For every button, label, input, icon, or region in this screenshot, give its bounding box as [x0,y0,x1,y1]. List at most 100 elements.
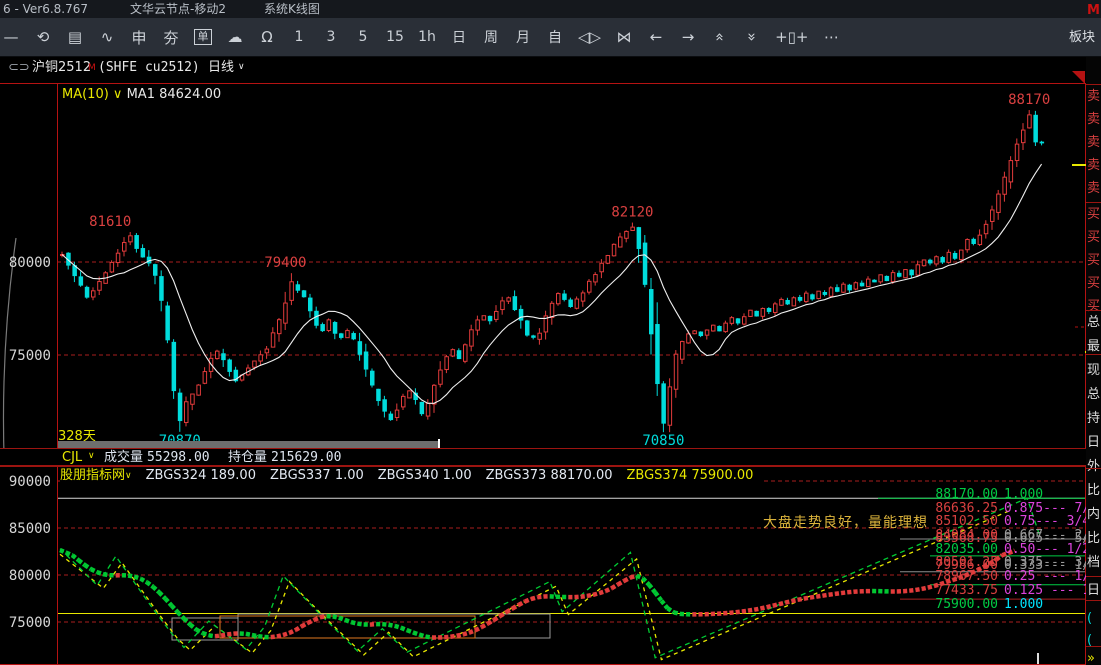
sliver-separator-5 [1086,576,1101,577]
merge-view-icon[interactable]: ⋈ [615,28,633,46]
sliver-separator-2 [1086,310,1101,311]
svg-text:80000: 80000 [9,255,51,271]
svg-text:75000: 75000 [9,348,51,364]
sliver-row-24: » [1087,652,1095,665]
volume-label: 成交量 [104,449,143,466]
sliver-row-9: 买 [1087,300,1100,313]
double-chevron-down-icon[interactable]: » [743,28,761,46]
sliver-row-20: 档 [1087,556,1100,569]
sliver-row-4: 卖 [1087,182,1100,195]
period-button-日[interactable]: 日 [450,27,468,47]
ladder-fraction-0: 1.000 [1004,488,1043,501]
alert-bell-icon[interactable]: Ω [258,28,276,46]
arrow-right-icon[interactable]: → [679,28,697,46]
link-contract-icon[interactable]: ⊂⊃ [8,57,30,79]
sliver-row-22: ( [1087,612,1092,625]
sliver-separator-6 [1086,600,1101,601]
chevron-down-icon[interactable]: ∨ [125,471,132,481]
chevron-down-icon[interactable]: ∨ [238,56,245,78]
cloud-node-label[interactable]: 文华云节点-移动2 [130,0,226,18]
line-chart-icon[interactable]: ∿ [98,28,116,46]
open-interest-value: 215629.00 [271,449,341,466]
sliver-row-0: 卖 [1087,90,1100,103]
period-button-1[interactable]: 1 [290,29,308,45]
corner-main-flag: M [1087,3,1100,18]
ladder-fraction-8: 1.000 [1004,598,1043,611]
main-candlestick-chart[interactable]: 8000075000816107087079400821207085088170… [0,83,1101,448]
minus-icon[interactable]: — [2,28,20,46]
indicator-param-ZBGS324: ZBGS324 189.00 [146,468,256,483]
period-button-5[interactable]: 5 [354,29,372,45]
svg-text:88170: 88170 [1008,92,1050,108]
svg-text:80000: 80000 [9,568,51,584]
sliver-row-16: 外 [1087,460,1100,473]
period-button-自[interactable]: 自 [546,27,564,47]
app-version: 6 - Ver6.8.767 [3,0,88,18]
sliver-row-11: 最 [1087,340,1100,353]
ladder-fraction-6: 0.25 --- 1/4 [1004,570,1098,583]
sliver-row-8: 买 [1087,277,1100,290]
refresh-icon[interactable]: ⟲ [34,28,52,46]
double-chevron-up-icon[interactable]: « [711,28,729,46]
draw-tool-icon[interactable]: 夯 [162,27,180,48]
main-contract-flag: M [88,57,96,79]
symbol-name[interactable]: 沪铜2512 [32,57,91,79]
ladder-fraction-2: 0.75--- 3/4 [1004,515,1090,528]
split-view-icon[interactable]: ◁▷ [578,28,601,46]
symbol-code: (SHFE cu2512) [98,57,200,79]
sliver-row-15: 日 [1087,436,1100,449]
period-button-周[interactable]: 周 [482,27,500,47]
arrow-left-icon[interactable]: ← [647,28,665,46]
ladder-price-8: 75900.00 [888,598,998,611]
volume-indicator-row: CJL ∨ 成交量 55298.00 持仓量 215629.00 [0,448,1101,466]
indicator-param-ZBGS337: ZBGS337 1.00 [270,468,364,483]
right-quote-panel-sliver[interactable]: 卖卖卖卖卖买买买买买总最现总持日外比内比档日((» [1086,57,1101,665]
toolbar: — ⟲ ▤ ∿ 申夯单 ☁ Ω135 15 1h 日周月自 ◁▷ ⋈ ← → « » +▯+ ⋯ 板块 [0,18,1101,57]
order-board-icon[interactable]: 单 [194,29,212,45]
corner-triangle-marker [1072,71,1085,84]
period-button-月[interactable]: 月 [514,27,532,47]
chevron-down-icon[interactable]: ∨ [88,448,95,465]
indicator-param-ZBGS374: ZBGS374 75900.00 [627,468,754,483]
svg-text:81610: 81610 [89,214,131,230]
volume-value: 55298.00 [147,449,210,466]
sliver-separator-7 [1086,646,1101,647]
candlestick-icon[interactable]: 申 [130,27,148,48]
sector-board-button[interactable]: 板块 [1069,18,1095,57]
svg-text:82120: 82120 [611,205,653,221]
ladder-price-6: 78967.50 [888,570,998,583]
sliver-row-13: 总 [1087,388,1100,401]
svg-text:85000: 85000 [9,521,51,537]
ladder-price-2: 85102.50 [888,515,998,528]
more-icon[interactable]: ⋯ [822,28,840,46]
quote-list-icon[interactable]: ▤ [66,28,84,46]
sliver-row-1: 卖 [1087,113,1100,126]
title-bar: 6 - Ver6.8.767 文华云节点-移动2 系统K线图 [0,0,1101,18]
open-interest-label: 持仓量 [228,449,267,466]
sliver-row-21: 日 [1087,584,1100,597]
ladder-price-0: 88170.00 [888,488,998,501]
sliver-row-12: 现 [1087,364,1100,377]
sliver-separator-4 [1086,468,1101,469]
period-selector[interactable]: 日线 [208,57,234,79]
svg-text:MA(10) ∨ MA1 84624.00: MA(10) ∨ MA1 84624.00 [62,87,221,102]
sliver-row-14: 持 [1087,412,1100,425]
svg-text:90000: 90000 [9,474,51,490]
insert-column-icon[interactable]: +▯+ [775,28,808,46]
indicator-panel[interactable]: 90000 85000 80000 75000 股朋指标网∨ ZBGS324 189.0… [0,466,1101,665]
sliver-row-18: 内 [1087,508,1100,521]
period-button-3[interactable]: 3 [322,29,340,45]
sliver-separator-0 [1086,84,1101,85]
sliver-row-7: 买 [1087,254,1100,267]
sliver-row-5: 买 [1087,208,1100,221]
sliver-row-2: 卖 [1087,136,1100,149]
indicator-param-ZBGS373: ZBGS373 88170.00 [486,468,613,483]
period-button-1h[interactable]: 1h [418,29,436,45]
cjl-indicator-name[interactable]: CJL [62,449,82,466]
cloud-strategy-icon[interactable]: ☁ [226,28,244,46]
sliver-separator-3 [1086,354,1101,355]
svg-text:75000: 75000 [9,615,51,631]
period-button-15[interactable]: 15 [386,29,404,45]
indicator-name[interactable]: 股朋指标网 [60,468,125,483]
chart-scheme-label[interactable]: 系统K线图 [264,0,320,18]
